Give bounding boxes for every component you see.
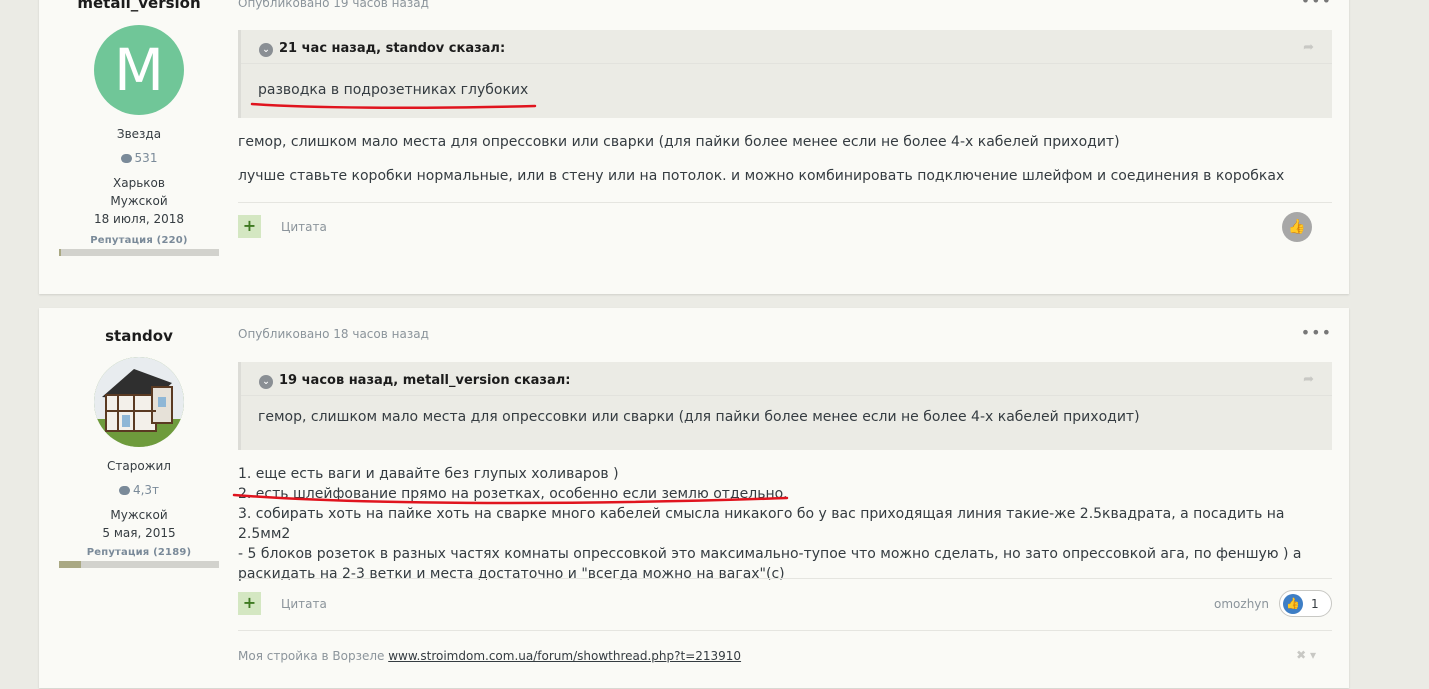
reaction-count: 1 [1311, 596, 1319, 611]
post-line: 1. еще есть ваги и давайте без глупых хо… [238, 466, 619, 482]
quote-body: гемор, слишком мало места для опрессовки… [258, 409, 1140, 425]
avatar[interactable]: M [94, 25, 184, 115]
comment-icon [118, 486, 130, 495]
reaction-button[interactable]: 👍 1 [1279, 590, 1332, 617]
author-post-count: 531 [59, 151, 219, 165]
author-gender: Мужской [110, 194, 168, 208]
comment-icon [120, 154, 132, 163]
red-underline-annotation [232, 493, 789, 505]
quote-header[interactable]: ⌄ 19 часов назад, metall_version сказал: … [241, 362, 1332, 396]
post-line: 3. собирать хоть на пайке хоть на сварке… [238, 506, 1285, 542]
author-joined: 18 июля, 2018 [93, 212, 185, 226]
quote-header-text: 21 час назад, standov сказал: [279, 41, 506, 56]
quote-header-text: 19 часов назад, metall_version сказал: [279, 373, 571, 388]
thumbs-up-icon: 👍 [1283, 593, 1303, 614]
reacted-by-user[interactable]: omozhyn [1214, 597, 1269, 611]
share-icon[interactable]: ➦ [1303, 372, 1314, 387]
author-username[interactable]: metall_version [59, 0, 219, 12]
divider [238, 630, 1332, 631]
chevron-down-icon[interactable]: ⌄ [259, 375, 273, 389]
red-underline-annotation [250, 102, 537, 109]
thumbs-up-icon[interactable]: 👍 [1282, 212, 1312, 242]
author-joined: 5 мая, 2015 [102, 526, 176, 540]
avatar-letter: M [113, 36, 165, 104]
author-gender: Мужской [110, 508, 168, 522]
post-count-value: 4,3т [132, 483, 160, 497]
post-card: standov Старожил 4,3т Мужской 5 мая, 201… [39, 308, 1349, 688]
reputation-fill [59, 561, 81, 568]
ellipsis-icon[interactable]: ••• [1301, 323, 1332, 342]
author-rank: Старожил [107, 459, 171, 473]
post-content: Опубликовано 18 часов назад ••• ⌄ 19 часо… [232, 308, 1332, 688]
post-line: - 5 блоков розеток в разных частях комна… [238, 546, 1302, 562]
post-published[interactable]: Опубликовано 19 часов назад [238, 0, 429, 10]
quote-body: разводка в подрозетниках глубоких [258, 82, 529, 98]
reactions-summary: omozhyn 👍 1 [1214, 590, 1332, 617]
quote-block: ⌄ 19 часов назад, metall_version сказал: … [238, 362, 1332, 450]
post-content: Опубликовано 19 часов назад ••• ⌄ 21 час … [238, 0, 1332, 294]
post-author-panel: metall_version M Звезда 531 Харьков Мужс… [59, 0, 219, 256]
divider [238, 578, 1332, 579]
reputation-bar [59, 249, 219, 256]
author-rank: Звезда [116, 127, 162, 141]
signature-text: Моя стройка в Ворзеле [238, 649, 385, 663]
share-icon[interactable]: ➦ [1303, 40, 1314, 55]
close-icon[interactable]: ✖ ▾ [1296, 648, 1316, 662]
quote-header[interactable]: ⌄ 21 час назад, standov сказал: ➦ [241, 30, 1332, 64]
post-card: metall_version M Звезда 531 Харьков Мужс… [39, 0, 1349, 294]
post-paragraph: гемор, слишком мало места для опрессовки… [238, 134, 1120, 150]
divider [238, 202, 1332, 203]
post-line: раскидать на 2-3 ветки и места достаточн… [238, 566, 785, 582]
author-username[interactable]: standov [59, 327, 219, 345]
chevron-down-icon[interactable]: ⌄ [259, 43, 273, 57]
reputation-fill [59, 249, 61, 256]
quote-button[interactable]: Цитата [281, 597, 327, 611]
post-body: 1. еще есть ваги и давайте без глупых хо… [238, 464, 1332, 584]
reputation-bar [59, 561, 219, 568]
avatar[interactable] [94, 357, 184, 447]
plus-icon[interactable]: + [238, 592, 261, 615]
post-author-panel: standov Старожил 4,3т Мужской 5 мая, 201… [59, 327, 219, 568]
plus-icon[interactable]: + [238, 215, 261, 238]
author-post-count: 4,3т [59, 483, 219, 497]
ellipsis-icon[interactable]: ••• [1301, 0, 1332, 10]
signature-link[interactable]: www.stroimdom.com.ua/forum/showthread.ph… [388, 649, 741, 663]
quote-button[interactable]: Цитата [281, 220, 327, 234]
author-city: Харьков [113, 176, 165, 190]
author-reputation: Репутация (2189) [86, 547, 192, 558]
post-count-value: 531 [134, 151, 158, 165]
house-avatar-image [94, 357, 184, 447]
post-paragraph: лучше ставьте коробки нормальные, или в … [238, 168, 1285, 184]
signature: Моя стройка в Ворзеле www.stroimdom.com.… [238, 649, 741, 663]
post-published[interactable]: Опубликовано 18 часов назад [238, 327, 429, 341]
author-reputation: Репутация (220) [90, 235, 188, 246]
